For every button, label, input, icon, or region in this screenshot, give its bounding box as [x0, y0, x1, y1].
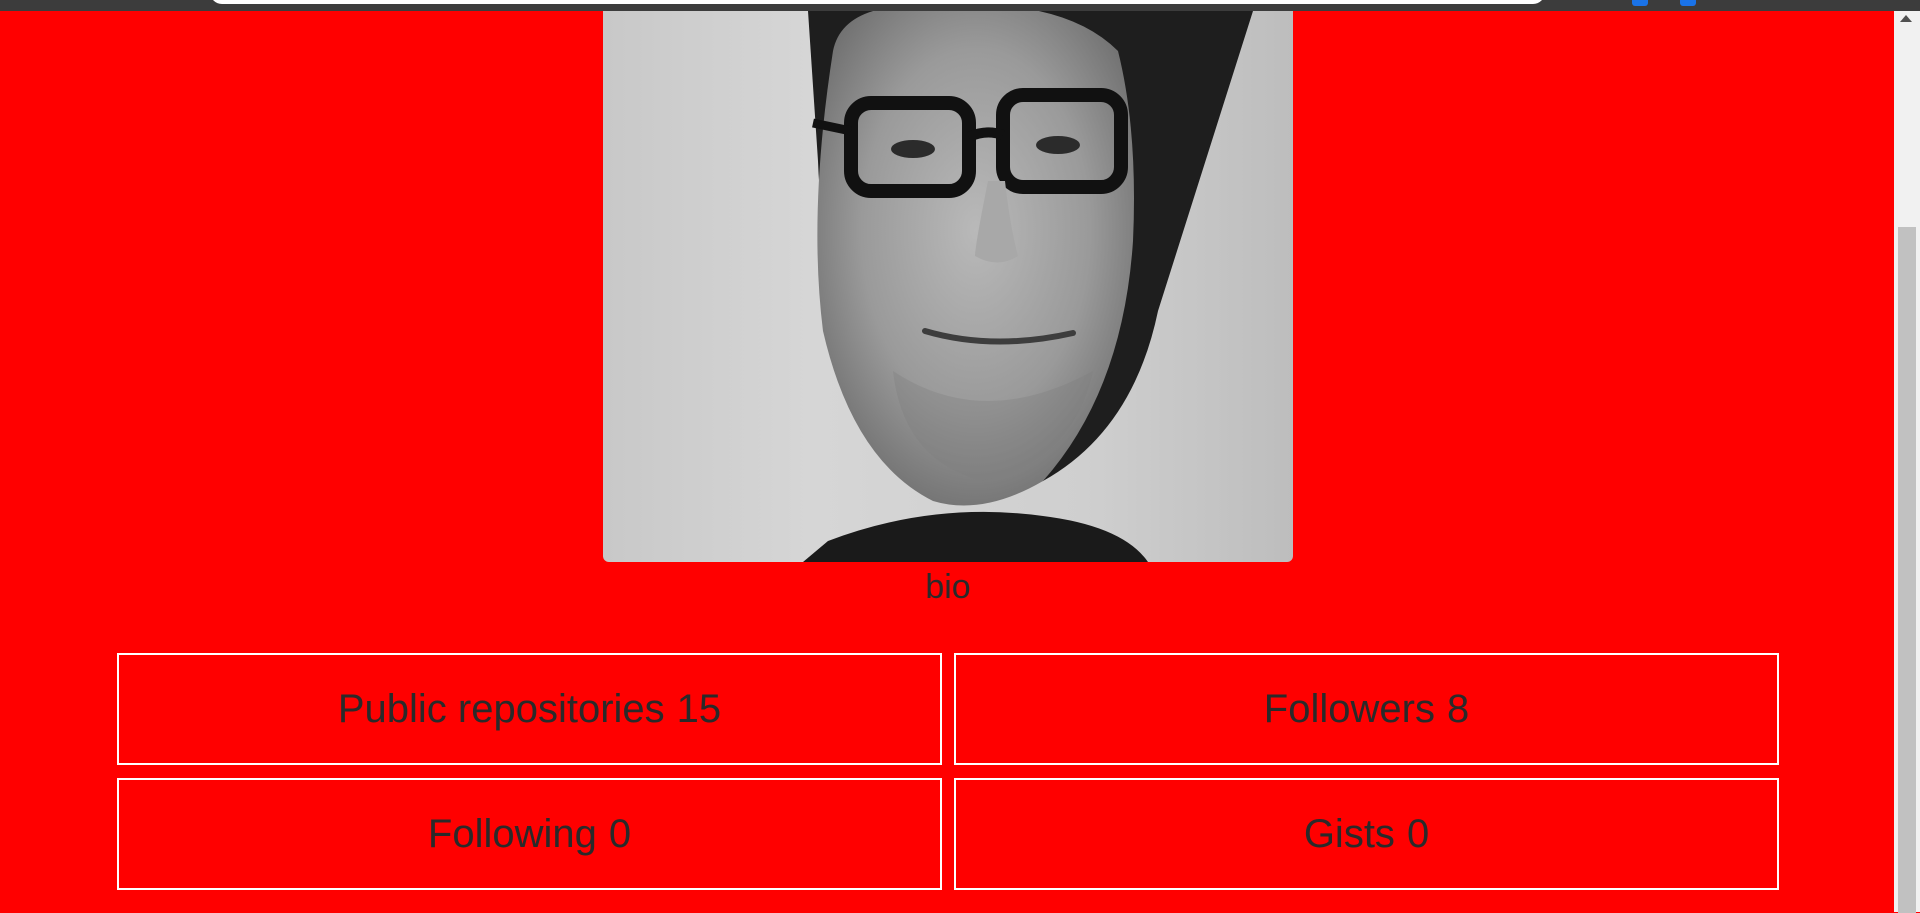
extension-icon[interactable] — [1680, 0, 1696, 6]
stat-label: Following — [427, 811, 597, 856]
stat-followers: Followers 8 — [954, 653, 1779, 765]
stat-value: 0 — [608, 811, 632, 856]
browser-toolbar-strip — [0, 0, 1920, 11]
scroll-up-arrow-icon[interactable] — [1900, 15, 1912, 22]
address-bar[interactable] — [210, 0, 1545, 4]
stat-label: Gists — [1303, 811, 1395, 856]
stat-label: Followers — [1263, 686, 1435, 731]
stat-following: Following 0 — [117, 778, 942, 890]
stat-public-repositories: Public repositories 15 — [117, 653, 942, 765]
stat-value: 8 — [1446, 686, 1470, 731]
extension-icon[interactable] — [1632, 0, 1648, 6]
stat-label: Public repositories — [337, 686, 665, 731]
profile-bio: bio — [925, 568, 971, 606]
vertical-scrollbar[interactable] — [1894, 11, 1920, 913]
stat-value: 0 — [1406, 811, 1430, 856]
avatar — [603, 11, 1293, 562]
scrollbar-thumb[interactable] — [1898, 227, 1916, 913]
stat-gists: Gists 0 — [954, 778, 1779, 890]
stat-value: 15 — [676, 686, 722, 731]
